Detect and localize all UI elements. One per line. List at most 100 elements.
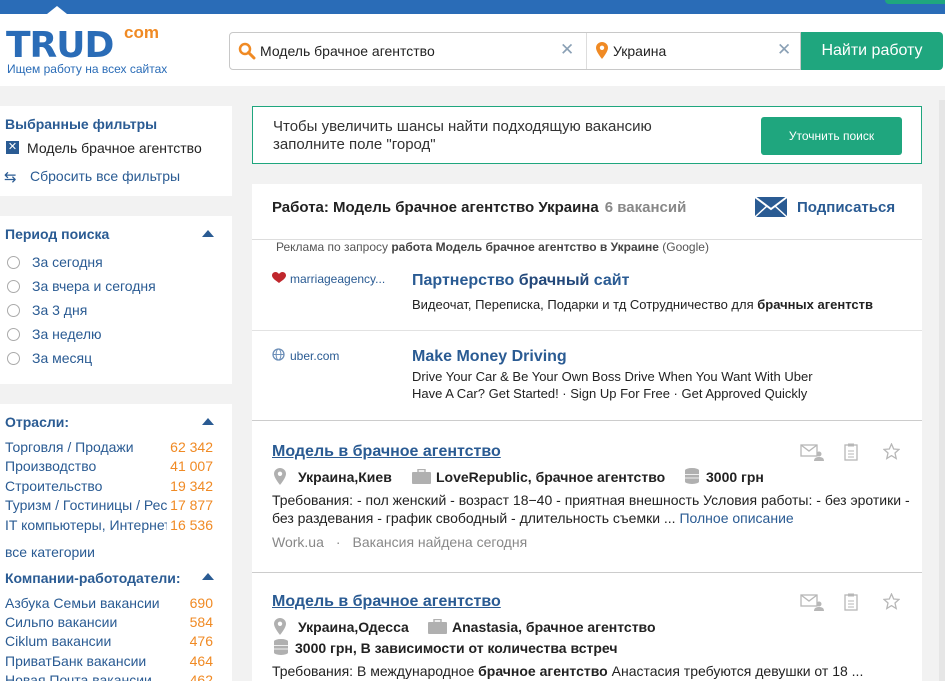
notepad-icon[interactable]: [844, 443, 858, 466]
search-input[interactable]: Модель брачное агентство ✕: [230, 33, 587, 69]
filter-label[interactable]: Модель брачное агентство: [27, 140, 202, 156]
sector-name: Торговля / Продажи: [5, 439, 134, 455]
ad-description: Drive Your Car & Be Your Own Boss Drive …: [412, 369, 813, 384]
sector-item[interactable]: Торговля / Продажи 62 342: [0, 438, 232, 458]
company-name: Сильпо вакансии: [5, 614, 118, 630]
results-header: Работа: Модель брачное агентство Украина…: [252, 184, 922, 240]
sector-item[interactable]: Производство 41 007: [0, 457, 232, 477]
refine-search-button[interactable]: Уточнить поиск: [761, 117, 902, 155]
ad-line-highlight: брачных агентств: [757, 297, 873, 312]
job-source[interactable]: Work.ua: [272, 534, 324, 550]
job-salary: 3000 грн: [706, 469, 764, 485]
ad-source[interactable]: marriageagency...: [272, 272, 385, 286]
sectors-panel: Отрасли: Торговля / Продажи 62 342 Произв…: [0, 404, 232, 681]
coins-icon: [272, 638, 290, 659]
collapse-caret-icon[interactable]: [202, 573, 214, 580]
subscribe-link[interactable]: Подписаться: [797, 199, 895, 216]
clear-location-icon[interactable]: ✕: [777, 40, 791, 60]
reset-filters-link[interactable]: Сбросить все фильтры: [30, 168, 180, 184]
job-found-date: Вакансия найдена сегодня: [352, 534, 528, 550]
notepad-icon[interactable]: [844, 593, 858, 616]
selected-filters-title: Выбранные фильтры: [5, 116, 158, 132]
job-description: Требования: - пол женский - возраст 18−4…: [272, 491, 912, 527]
search-bar: Модель брачное агентство ✕ Украина ✕: [229, 32, 801, 70]
period-panel: Период поиска За сегодня За вчера и сего…: [0, 216, 232, 384]
ad-item[interactable]: uber.com Make Money Driving Drive Your C…: [272, 348, 922, 404]
company-item[interactable]: Ciklum вакансии 476: [0, 632, 232, 652]
briefcase-icon: [412, 468, 431, 487]
ad-source-text: uber.com: [290, 349, 340, 363]
radio-button[interactable]: [7, 256, 20, 269]
radio-button[interactable]: [7, 280, 20, 293]
briefcase-icon: [428, 618, 447, 637]
top-bar-button[interactable]: [885, 0, 945, 4]
period-option[interactable]: За месяц: [0, 349, 232, 369]
star-icon[interactable]: [882, 592, 901, 615]
send-to-friend-icon[interactable]: [800, 443, 824, 466]
top-bar: [0, 0, 945, 14]
logo[interactable]: TRUD com Ищем работу на всех сайтах: [6, 24, 186, 78]
sector-item[interactable]: IT компьютеры, Интернет 16 536: [0, 516, 232, 536]
clear-search-icon[interactable]: ✕: [560, 40, 574, 60]
radio-button[interactable]: [7, 352, 20, 365]
section-divider: [252, 572, 922, 573]
ad-title[interactable]: Партнерство брачный сайт: [412, 272, 629, 290]
collapse-caret-icon[interactable]: [202, 230, 214, 237]
location-input[interactable]: Украина ✕: [587, 33, 801, 69]
envelope-icon[interactable]: [754, 196, 788, 223]
location-value: Украина: [613, 43, 667, 59]
all-categories-link[interactable]: все категории: [5, 544, 95, 560]
full-description-link[interactable]: Полное описание: [679, 510, 793, 526]
company-name: Новая Почта вакансии: [5, 672, 152, 681]
job-description-text: Требования: - пол женский - возраст 18−4…: [272, 492, 910, 526]
period-title: Период поиска: [5, 226, 110, 242]
company-item[interactable]: Сильпо вакансии 584: [0, 613, 232, 633]
sector-count: 19 342: [170, 478, 213, 494]
radio-button[interactable]: [7, 328, 20, 341]
city-notice: Чтобы увеличить шансы найти подходящую в…: [252, 106, 922, 164]
period-option[interactable]: За сегодня: [0, 253, 232, 273]
job-description-text: Требования: В международное: [272, 663, 479, 679]
collapse-caret-icon[interactable]: [202, 418, 214, 425]
ad-item[interactable]: marriageagency... Партнерство брачный са…: [272, 272, 922, 322]
period-option[interactable]: За вчера и сегодня: [0, 277, 232, 297]
search-value: Модель брачное агентство: [260, 43, 435, 59]
star-icon[interactable]: [882, 442, 901, 465]
reset-arrows-icon[interactable]: ⇆: [4, 168, 17, 186]
header: TRUD com Ищем работу на всех сайтах Моде…: [0, 14, 945, 86]
job-actions: [800, 592, 910, 616]
job-company: Anastasia, брачное агентство: [452, 619, 656, 635]
ad-note-suffix: (Google): [658, 240, 709, 254]
ad-line-part: Видеочат, Переписка, Подарки и тд Сотруд…: [412, 297, 758, 312]
period-option[interactable]: За неделю: [0, 325, 232, 345]
send-to-friend-icon[interactable]: [800, 593, 824, 616]
period-option-label: За месяц: [32, 350, 93, 366]
scrollbar-track[interactable]: [939, 100, 945, 681]
company-item[interactable]: Новая Почта вакансии 462: [0, 671, 232, 681]
companies-title: Компании-работодатели:: [5, 570, 181, 586]
sector-item[interactable]: Туризм / Гостиницы / Рес 17 877: [0, 496, 232, 516]
period-option[interactable]: За 3 дня: [0, 301, 232, 321]
find-job-button[interactable]: Найти работу: [801, 32, 943, 70]
filter-checkbox[interactable]: ✕: [6, 141, 19, 154]
results-count: 6 вакансий: [604, 199, 687, 216]
ad-title-part: Партнерство: [412, 272, 519, 289]
company-count: 584: [189, 614, 213, 630]
sector-count: 17 877: [170, 497, 213, 513]
radio-button[interactable]: [7, 304, 20, 317]
company-count: 464: [189, 653, 213, 669]
location-pin-icon: [596, 42, 608, 64]
job-title-link[interactable]: Модель в брачное агентство: [272, 593, 501, 611]
job-description-text: Анастасия требуются девушки от 18 ...: [607, 663, 864, 679]
job-salary: 3000 грн, В зависимости от количества вс…: [295, 640, 618, 656]
sector-name: Туризм / Гостиницы / Рес: [5, 497, 167, 513]
sector-item[interactable]: Строительство 19 342: [0, 477, 232, 497]
ad-source[interactable]: uber.com: [272, 348, 339, 363]
ad-title[interactable]: Make Money Driving: [412, 348, 567, 366]
company-item[interactable]: Азбука Семьи вакансии 690: [0, 594, 232, 614]
company-name: ПриватБанк вакансии: [5, 653, 147, 669]
company-item[interactable]: ПриватБанк вакансии 464: [0, 652, 232, 672]
location-pin-icon: [274, 618, 286, 638]
job-description-highlight: брачное агентство: [478, 663, 608, 679]
job-title-link[interactable]: Модель в брачное агентство: [272, 443, 501, 461]
